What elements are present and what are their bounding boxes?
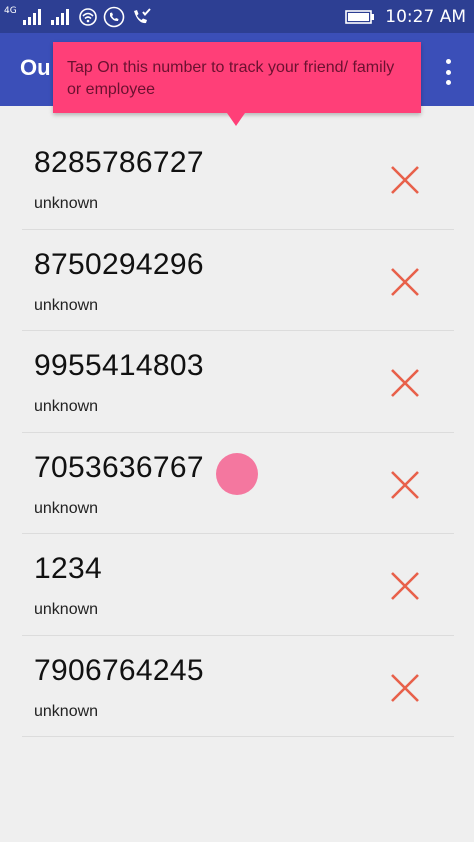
contact-label: unknown [34, 702, 99, 720]
status-bar: 4G 10:27 AM [0, 0, 474, 33]
phone-check-icon [133, 8, 151, 24]
contact-label: unknown [34, 601, 99, 618]
contact-number[interactable]: 7053636767 [34, 451, 204, 485]
contact-number[interactable]: 8750294296 [34, 248, 204, 282]
contact-row[interactable]: 1234 unknown [22, 534, 454, 636]
status-time: 10:27 AM [385, 7, 466, 27]
contact-label: unknown [34, 296, 99, 314]
contact-row[interactable]: 7906764245 unknown [22, 636, 454, 737]
battery-icon [345, 10, 375, 24]
contact-number[interactable]: 8285786727 [34, 146, 204, 180]
signal-icon [22, 9, 41, 25]
tooltip-hint[interactable]: Tap On this number to track your friend/… [53, 42, 421, 113]
touch-indicator [216, 453, 258, 495]
phone-call-icon [103, 6, 125, 28]
contact-label: unknown [34, 195, 99, 212]
status-right-icons: 10:27 AM [345, 6, 466, 28]
close-icon[interactable] [389, 469, 421, 501]
close-icon[interactable] [389, 570, 421, 602]
contact-label: unknown [34, 398, 99, 415]
contact-number[interactable]: 9955414803 [34, 349, 204, 383]
network-type-label: 4G [4, 5, 17, 16]
tooltip-pointer [227, 113, 245, 126]
contact-row[interactable]: 8750294296 unknown [22, 230, 454, 331]
tooltip-text: Tap On this number to track your friend/… [67, 59, 395, 98]
app-title: Ou [20, 55, 51, 80]
contact-row[interactable]: 9955414803 unknown [22, 331, 454, 433]
contact-list: 8285786727 unknown 8750294296 unknown 99… [22, 128, 454, 737]
contact-number[interactable]: 7906764245 [34, 654, 204, 688]
wifi-icon [78, 8, 97, 26]
close-icon[interactable] [389, 367, 421, 399]
close-icon[interactable] [389, 672, 421, 704]
signal-icon-2 [50, 9, 69, 25]
contact-row[interactable]: 8285786727 unknown [22, 128, 454, 230]
overflow-menu-icon[interactable] [444, 59, 452, 85]
status-left-icons: 4G [4, 6, 153, 28]
close-icon[interactable] [389, 266, 421, 298]
contact-number[interactable]: 1234 [34, 552, 102, 586]
contact-label: unknown [34, 499, 99, 517]
close-icon[interactable] [389, 164, 421, 196]
